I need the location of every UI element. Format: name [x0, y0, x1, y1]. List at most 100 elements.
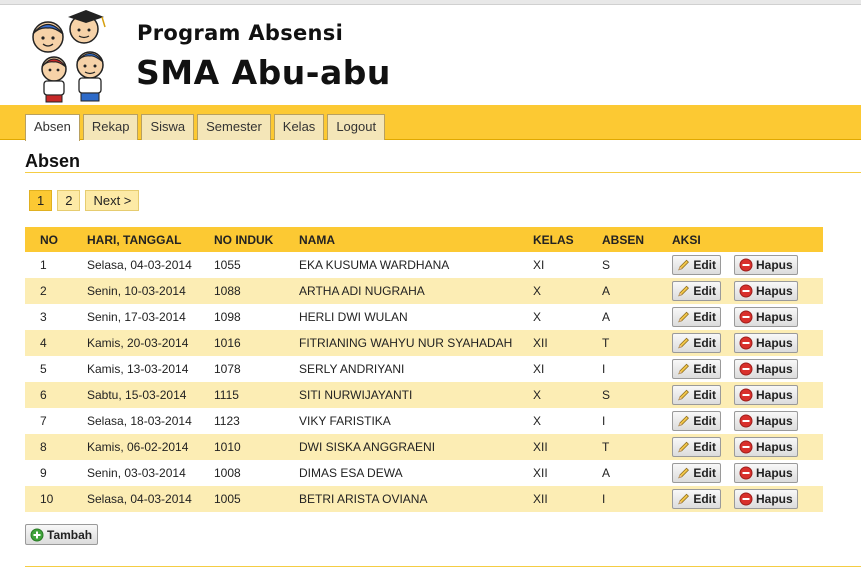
page-title: Absen [25, 151, 81, 171]
cell-no: 1 [40, 258, 47, 272]
tab-semester[interactable]: Semester [197, 114, 271, 140]
minus-circle-icon [739, 440, 753, 454]
cell-absen: S [602, 258, 611, 272]
delete-button[interactable]: Hapus [734, 489, 798, 509]
table-row: 10 Selasa, 04-03-2014 1005 BETRI ARISTA OVI… [25, 486, 823, 512]
cell-delete-action: Hapus [734, 330, 823, 356]
edit-button[interactable]: Edit [672, 333, 721, 353]
cell-edit-action: Edit [672, 486, 734, 512]
next-page-button[interactable]: Next > [85, 190, 140, 211]
cell-no: 4 [40, 336, 47, 350]
cell-no: 7 [40, 414, 47, 428]
table-row: 1 Selasa, 04-03-2014 1055 EKA KUSUMA WARDHA… [25, 252, 823, 278]
cell-date: Kamis, 13-03-2014 [87, 362, 189, 376]
tab-logout[interactable]: Logout [327, 114, 386, 140]
header: Program Absensi SMA Abu-abu [0, 5, 861, 105]
minus-circle-icon [739, 310, 753, 324]
cell-absen: I [602, 492, 606, 506]
cell-absen: A [602, 466, 611, 480]
tab-siswa[interactable]: Siswa [141, 114, 195, 140]
cell-delete-action: Hapus [734, 382, 823, 408]
cell-nama: VIKY FARISTIKA [299, 414, 391, 428]
minus-circle-icon [739, 466, 753, 480]
cell-edit-action: Edit [672, 382, 734, 408]
cell-nama: SITI NURWIJAYANTI [299, 388, 413, 402]
delete-button-label: Hapus [756, 492, 793, 506]
cell-date: Kamis, 20-03-2014 [87, 336, 189, 350]
cell-kelas: XI [533, 362, 545, 376]
col-header-induk: NO INDUK [214, 232, 274, 247]
col-header-nama: NAMA [299, 232, 335, 247]
pencil-icon [678, 311, 689, 323]
cell-edit-action: Edit [672, 278, 734, 304]
edit-button[interactable]: Edit [672, 411, 721, 431]
cell-kelas: XII [533, 440, 548, 454]
cell-absen: T [602, 440, 610, 454]
cell-date: Selasa, 04-03-2014 [87, 492, 192, 506]
page-1-button[interactable]: 1 [29, 190, 53, 211]
cell-delete-action: Hapus [734, 434, 823, 460]
page-2-button[interactable]: 2 [57, 190, 81, 211]
cell-kelas: XI [533, 258, 545, 272]
edit-button[interactable]: Edit [672, 385, 721, 405]
footer-divider [25, 566, 861, 567]
delete-button[interactable]: Hapus [734, 463, 798, 483]
delete-button[interactable]: Hapus [734, 281, 798, 301]
cell-kelas: X [533, 284, 542, 298]
pencil-icon [678, 493, 689, 505]
cell-no-induk: 1010 [214, 440, 241, 454]
add-button[interactable]: Tambah [25, 524, 98, 545]
delete-button[interactable]: Hapus [734, 411, 798, 431]
cell-delete-action: Hapus [734, 356, 823, 382]
edit-button-label: Edit [693, 414, 716, 428]
edit-button[interactable]: Edit [672, 489, 721, 509]
cell-nama: HERLI DWI WULAN [299, 310, 408, 324]
delete-button-label: Hapus [756, 336, 793, 350]
delete-button[interactable]: Hapus [734, 307, 798, 327]
cell-delete-action: Hapus [734, 304, 823, 330]
tab-rekap[interactable]: Rekap [82, 114, 139, 140]
edit-button[interactable]: Edit [672, 437, 721, 457]
cell-no: 5 [40, 362, 47, 376]
cell-date: Kamis, 06-02-2014 [87, 440, 189, 454]
tab-kelas[interactable]: Kelas [273, 114, 325, 140]
pencil-icon [678, 285, 689, 297]
cell-kelas: XII [533, 336, 548, 350]
cell-no: 10 [40, 492, 54, 506]
cell-absen: I [602, 362, 606, 376]
cell-nama: SERLY ANDRIYANI [299, 362, 405, 376]
delete-button[interactable]: Hapus [734, 437, 798, 457]
table-row: 3 Senin, 17-03-2014 1098 HERLI DWI WULAN X A E… [25, 304, 823, 330]
edit-button[interactable]: Edit [672, 281, 721, 301]
minus-circle-icon [739, 388, 753, 402]
delete-button-label: Hapus [756, 414, 793, 428]
cell-kelas: XII [533, 466, 548, 480]
cell-kelas: XII [533, 492, 548, 506]
delete-button[interactable]: Hapus [734, 385, 798, 405]
edit-button[interactable]: Edit [672, 463, 721, 483]
pencil-icon [678, 337, 689, 349]
cell-edit-action: Edit [672, 304, 734, 330]
minus-circle-icon [739, 284, 753, 298]
edit-button-label: Edit [693, 284, 716, 298]
cell-date: Senin, 10-03-2014 [87, 284, 186, 298]
delete-button[interactable]: Hapus [734, 359, 798, 379]
edit-button[interactable]: Edit [672, 359, 721, 379]
edit-button[interactable]: Edit [672, 255, 721, 275]
pencil-icon [678, 415, 689, 427]
edit-button[interactable]: Edit [672, 307, 721, 327]
main-nav: Absen Rekap Siswa Semester Kelas Logout [0, 105, 861, 141]
cell-absen: I [602, 414, 606, 428]
edit-button-label: Edit [693, 388, 716, 402]
cell-no-induk: 1123 [214, 414, 240, 428]
minus-circle-icon [739, 414, 753, 428]
tab-absen[interactable]: Absen [25, 114, 80, 141]
cell-no-induk: 1005 [214, 492, 241, 506]
delete-button-label: Hapus [756, 440, 793, 454]
delete-button-label: Hapus [756, 284, 793, 298]
edit-button-label: Edit [693, 310, 716, 324]
delete-button[interactable]: Hapus [734, 255, 798, 275]
table-row: 8 Kamis, 06-02-2014 1010 DWI SISKA ANGGRAEN… [25, 434, 823, 460]
edit-button-label: Edit [693, 258, 716, 272]
delete-button[interactable]: Hapus [734, 333, 798, 353]
